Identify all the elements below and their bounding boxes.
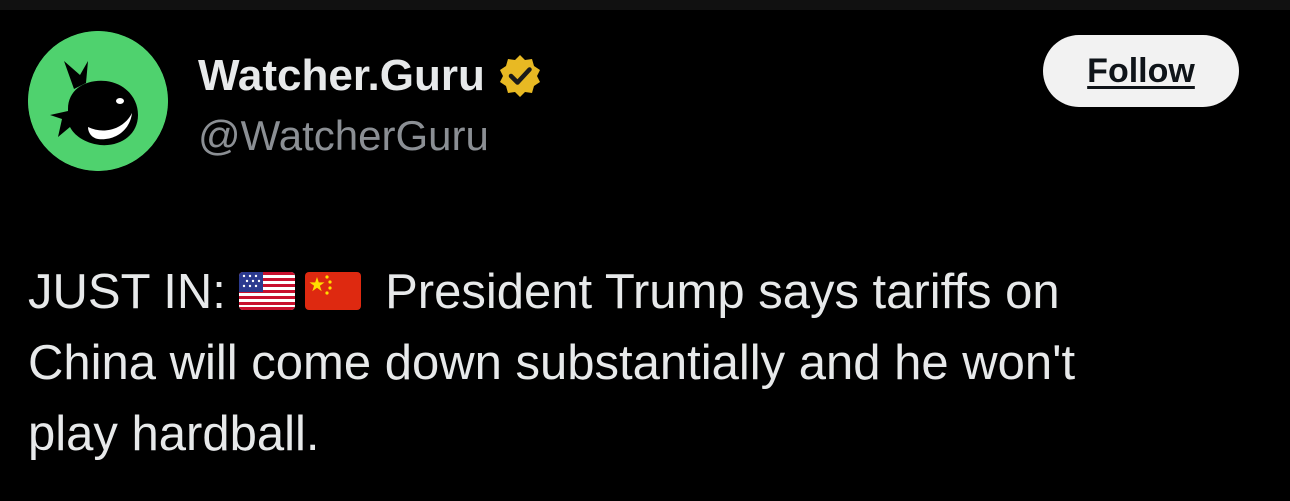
us-flag-icon — [239, 272, 296, 311]
avatar[interactable] — [28, 31, 168, 171]
display-name[interactable]: Watcher.Guru — [198, 46, 485, 106]
whale-logo-icon — [28, 31, 168, 171]
tweet-body-line-2: China will come down substantially and h… — [28, 336, 1076, 390]
top-edge-strip — [0, 0, 1290, 10]
account-handle[interactable]: @WatcherGuru — [198, 110, 489, 162]
tweet-card[interactable]: Watcher.Guru @WatcherGuru Follow JUST IN… — [0, 10, 1290, 501]
follow-button[interactable]: Follow — [1043, 35, 1239, 107]
tweet-text: JUST IN: President Trump says tariffs on… — [28, 257, 1258, 470]
tweet-prefix: JUST IN: — [28, 265, 226, 319]
verified-badge-icon — [497, 53, 543, 99]
tweet-body-line-1: President Trump says tariffs on — [385, 265, 1060, 319]
display-name-row: Watcher.Guru — [198, 46, 543, 106]
china-flag-icon — [305, 272, 362, 311]
tweet-body-line-3: play hardball. — [28, 407, 320, 461]
